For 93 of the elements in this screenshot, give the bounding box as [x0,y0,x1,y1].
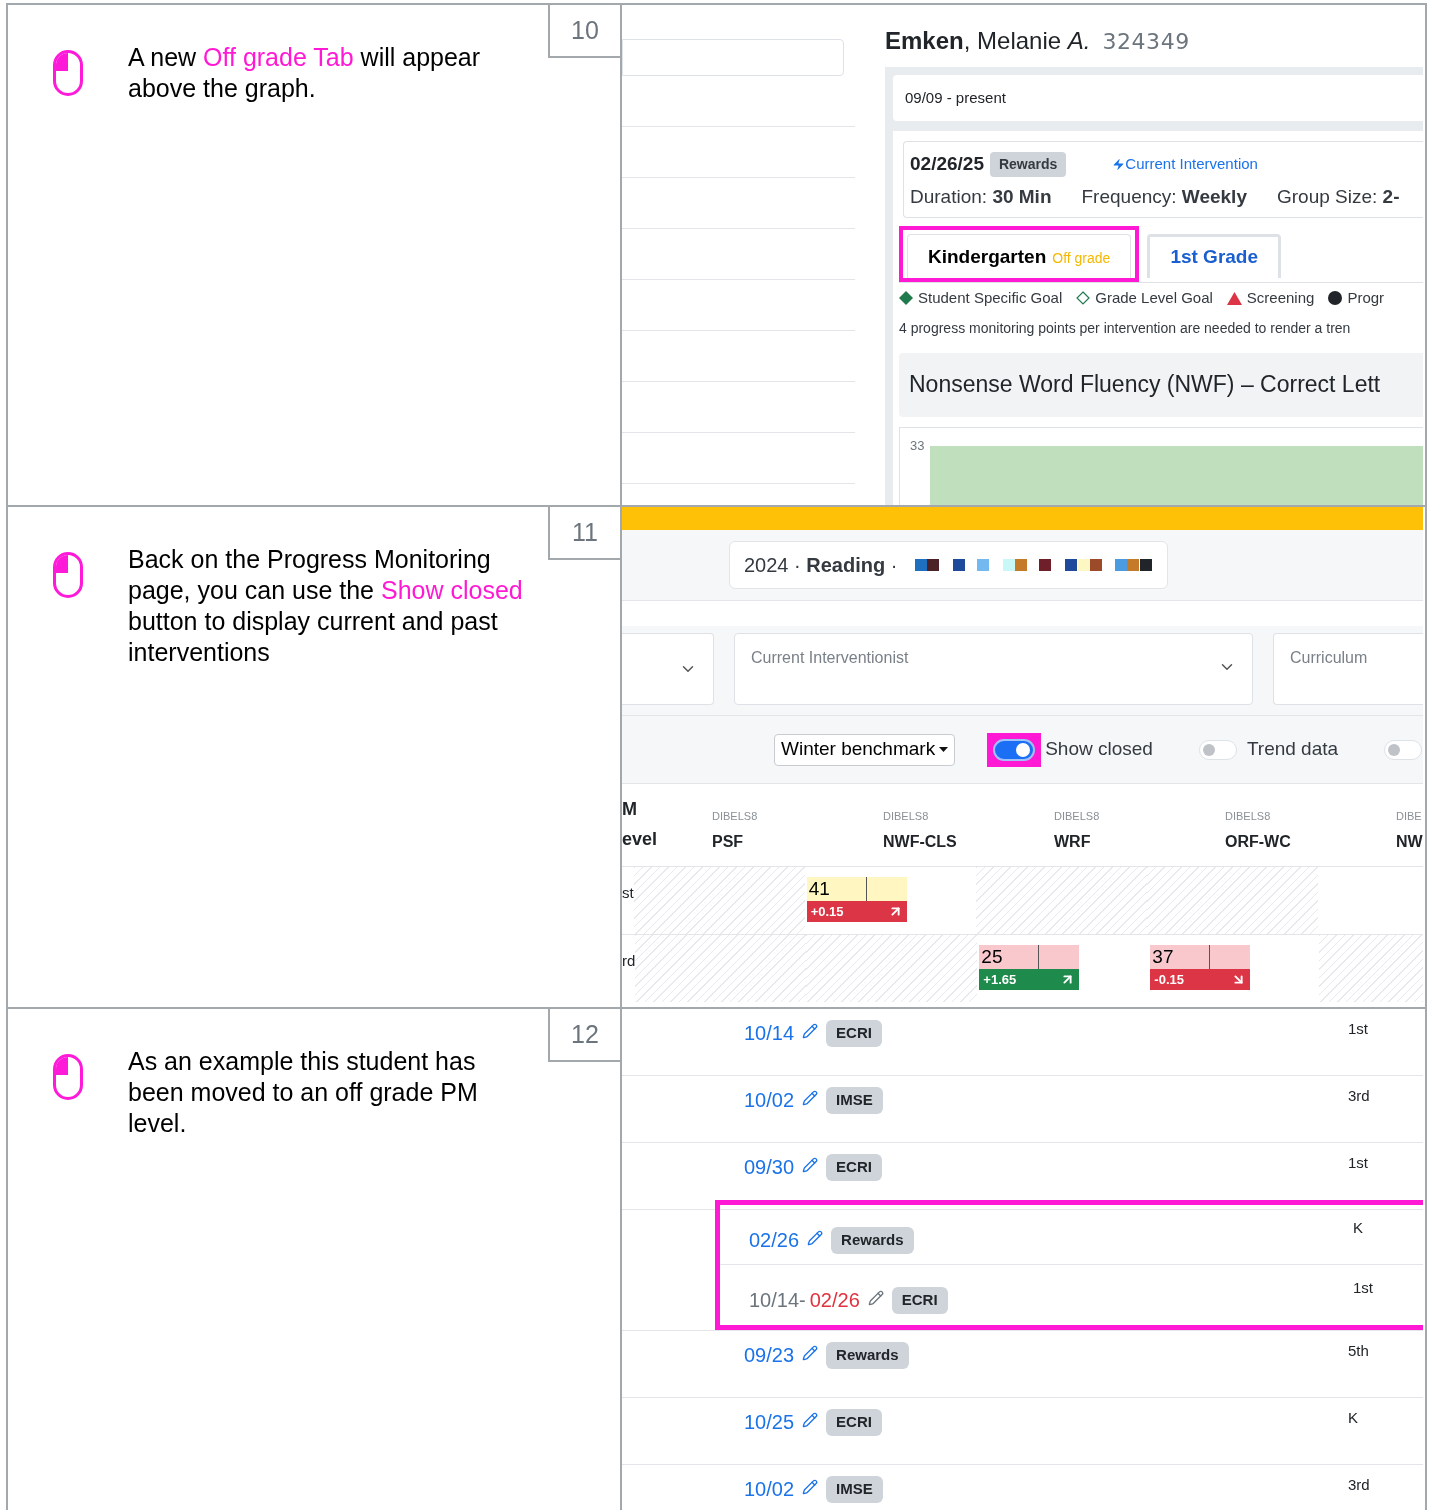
column-header: ORF-WC [1225,832,1292,852]
intervention-detail: Duration: 30 Min [910,184,1052,209]
step-number: 10 [548,5,620,58]
diamond-icon [899,291,913,306]
step-number: 12 [548,1009,620,1062]
triangle-icon [1226,291,1242,305]
level-cell-text: 1st [1353,1278,1373,1298]
grade-tab[interactable]: 1st Grade [1147,234,1282,278]
mouse-icon [52,49,84,97]
level-cell-text: 1st [1348,1153,1368,1173]
intervention-date[interactable]: 10/25 [744,1407,795,1437]
current-intervention-link[interactable]: Current Intervention [1112,153,1258,176]
column-source: DIBELS8 [1054,808,1101,824]
student-name: Emken, Melanie A. [885,26,1091,56]
benchmark-select[interactable]: Winter benchmark [774,733,956,766]
pencil-icon[interactable] [802,1090,819,1106]
level-cell-text: 3rd [1348,1475,1370,1495]
legend-label: Progr [1347,288,1385,308]
program-badge: ECRI [826,1154,882,1181]
score-change: +1.65 [983,970,1017,989]
program-badge: IMSE [826,1476,883,1503]
column-header: NW [1396,832,1423,852]
legend-label: Student Specific Goal [918,288,1063,308]
circle-icon [1328,291,1343,306]
program-badge: ECRI [891,1287,948,1314]
intervention-date[interactable]: 02/26 [749,1225,800,1255]
pencil-icon[interactable] [807,1230,824,1246]
subject-heading: 2024 · Reading · [744,553,898,578]
column-header: M evel [622,798,659,851]
column-header: WRF [1054,832,1092,852]
intervention-date[interactable]: 09/23 [744,1340,795,1370]
instruction-text: Back on the Progress Monitoring page, you can use the Show closed button to display current and past interventions [128,544,524,668]
column-source: DIBE [1396,808,1423,824]
program-badge: ECRI [826,1409,882,1436]
instruction-text: A new Off grade Tab will appear above the graph. [128,42,482,104]
trend-note: 4 progress monitoring points per intervention are needed to render a tren [899,318,1352,338]
grade-tab[interactable]: Kindergarten Off grade [907,234,1132,278]
level-cell: st [622,884,634,901]
level-cell-text: K [1353,1218,1363,1238]
program-badge: IMSE [826,1087,883,1114]
program-badge: Rewards [826,1342,909,1369]
chart-title: Nonsense Word Fluency (NWF) – Correct Lett [909,370,1381,400]
column-header: PSF [712,832,745,852]
level-cell-text: 3rd [1348,1086,1370,1106]
program-badge: ECRI [826,1020,882,1047]
instruction-text: As an example this student has been moved to an off grade PM level. [128,1046,479,1139]
score-change: -0.15 [1154,970,1184,989]
lightning-icon [1112,157,1126,171]
dropdown-field[interactable]: Curriculum [1273,633,1423,705]
column-header: NWF-CLS [883,832,958,852]
axis-tick-label: 33 [910,436,925,455]
pencil-icon[interactable] [802,1345,819,1361]
intervention-date: 02/26/25 [910,152,984,176]
toggle-label: Show closed [1045,737,1153,762]
pencil-icon[interactable] [802,1023,819,1039]
column-source: DIBELS8 [1225,808,1272,824]
column-source: DIBELS8 [712,808,759,824]
intervention-detail: Frequency: Weekly [1081,184,1247,209]
input-field[interactable] [622,39,844,76]
program-badge: Rewards [989,151,1067,177]
level-cell-text: 1st [1348,1019,1368,1039]
step-number: 11 [548,507,620,560]
dropdown-field[interactable]: Current Interventionist [734,633,1253,705]
column-source: DIBELS8 [883,808,930,824]
intervention-date[interactable]: 10/02 [744,1085,795,1115]
program-badge: Rewards [831,1227,914,1254]
intervention-date[interactable]: 09/30 [744,1152,795,1182]
period-text: 09/09 - present [905,87,1006,108]
diamond-outline-icon [1076,291,1091,306]
score-change: +0.15 [810,902,844,921]
level-cell: rd [622,952,636,969]
intervention-date[interactable]: 10/14 [744,1018,795,1048]
level-cell-text: K [1348,1408,1358,1428]
legend-label: Screening [1246,288,1315,308]
dropdown-field[interactable] [622,633,714,705]
toggle-label: Trend data [1246,737,1339,762]
toggle-switch[interactable] [993,738,1036,761]
toggle-switch[interactable] [1198,739,1237,760]
pencil-icon[interactable] [802,1479,819,1495]
student-id: 324349 [1102,28,1190,56]
mouse-icon [52,1053,84,1101]
pencil-icon[interactable] [802,1157,819,1173]
legend-label: Grade Level Goal [1095,288,1213,308]
intervention-detail: Group Size: 2- [1276,184,1400,209]
toggle-switch[interactable] [1384,739,1423,760]
intervention-date[interactable]: 10/14- 02/26 [749,1285,860,1315]
off-grade-tag: Off grade [1052,248,1111,269]
pencil-icon[interactable] [802,1412,819,1428]
intervention-date[interactable]: 10/02 [744,1474,795,1504]
mouse-icon [52,551,84,599]
caret-icon [939,747,949,752]
level-cell-text: 5th [1348,1341,1369,1361]
pencil-icon[interactable] [867,1290,884,1306]
